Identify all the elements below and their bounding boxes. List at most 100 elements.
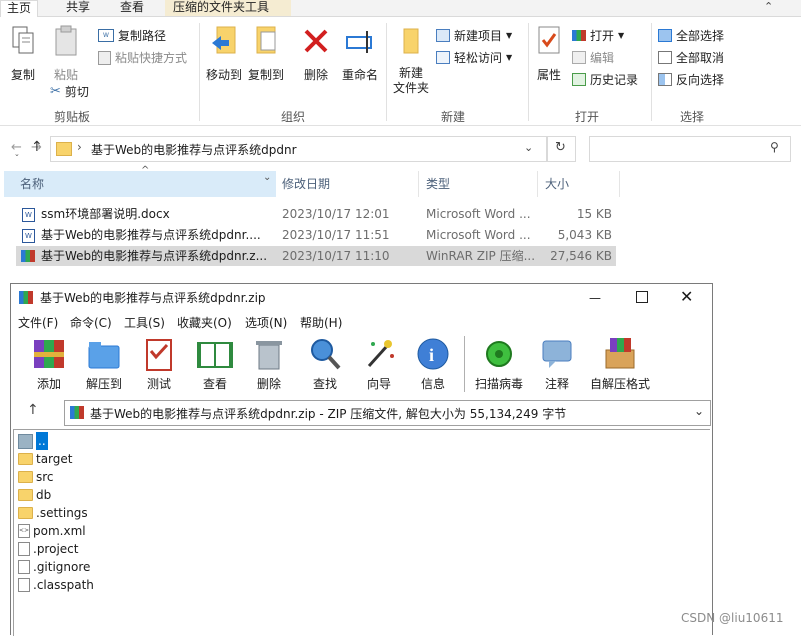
archive-path-bar[interactable]: 基于Web的电影推荐与点评系统dpdnr.zip - ZIP 压缩文件, 解包大… xyxy=(64,400,711,426)
delete-button[interactable]: 删除 xyxy=(300,25,332,83)
tab-share[interactable]: 共享 xyxy=(58,0,98,16)
address-dropdown-icon[interactable]: ⌄ xyxy=(524,141,533,154)
find-button[interactable]: 查找 xyxy=(305,336,345,392)
list-item-folder[interactable]: target xyxy=(18,450,73,468)
path-dropdown-icon[interactable]: ⌄ xyxy=(694,404,704,418)
virus-scan-icon xyxy=(486,341,512,367)
winrar-archive-icon xyxy=(21,250,35,262)
delete-archive-button[interactable]: 删除 xyxy=(249,336,289,392)
info-button[interactable]: i 信息 xyxy=(413,336,453,392)
menu-options[interactable]: 选项(N) xyxy=(245,314,287,332)
rename-button[interactable]: 重命名 xyxy=(340,25,380,83)
archive-path-text: 基于Web的电影推荐与点评系统dpdnr.zip - ZIP 压缩文件, 解包大… xyxy=(90,407,567,421)
column-header-type[interactable]: 类型 xyxy=(426,171,450,197)
paste-button[interactable]: 粘贴 xyxy=(48,25,84,83)
scan-virus-button[interactable]: 扫描病毒 xyxy=(471,336,527,392)
list-item-file[interactable]: .project xyxy=(18,540,78,558)
edit-button[interactable]: 编辑 xyxy=(572,49,614,66)
list-item-folder[interactable]: .settings xyxy=(18,504,88,522)
paste-shortcut-button[interactable]: 粘贴快捷方式 xyxy=(98,49,187,66)
folder-icon xyxy=(18,471,33,483)
copy-button[interactable]: 复制 xyxy=(6,25,40,83)
select-none-button[interactable]: 全部取消 xyxy=(658,49,724,66)
watermark: CSDN @liu10611 xyxy=(681,611,784,625)
rename-icon xyxy=(346,31,372,53)
extract-to-button[interactable]: 解压到 xyxy=(83,336,125,392)
refresh-button[interactable]: ↻ xyxy=(547,136,576,162)
menu-tools[interactable]: 工具(S) xyxy=(124,314,165,332)
properties-button[interactable]: 属性 xyxy=(533,25,565,83)
ribbon-divider xyxy=(528,23,529,121)
new-folder-button[interactable]: 新建 文件夹 xyxy=(390,25,432,96)
sfx-box-icon xyxy=(605,338,635,369)
group-label-select: 选择 xyxy=(680,110,705,124)
comment-button[interactable]: 注释 xyxy=(537,336,577,392)
address-bar[interactable]: › 基于Web的电影推荐与点评系统dpdnr ⌄ xyxy=(50,136,547,162)
list-item-parent[interactable]: .. xyxy=(18,432,48,450)
file-row[interactable]: W ssm环境部署说明.docx 2023/10/17 12:01 Micros… xyxy=(16,204,616,224)
menu-commands[interactable]: 命令(C) xyxy=(70,314,112,332)
xml-file-icon: <> xyxy=(18,524,30,538)
tab-compressed-folder-tools[interactable]: 压缩的文件夹工具 xyxy=(165,0,291,16)
file-icon xyxy=(18,560,30,574)
winrar-window: 基于Web的电影推荐与点评系统dpdnr.zip — ✕ 文件(F) 命令(C)… xyxy=(10,283,713,636)
comment-icon xyxy=(542,340,572,368)
clipboard-icon xyxy=(55,25,77,56)
menu-favorites[interactable]: 收藏夹(O) xyxy=(177,314,232,332)
column-header-modified[interactable]: 修改日期 xyxy=(282,171,330,197)
list-item-file[interactable]: .gitignore xyxy=(18,558,90,576)
recent-locations-icon[interactable]: ⌄ xyxy=(14,150,20,158)
column-header-name[interactable]: 名称 ^ ⌄ xyxy=(4,165,276,197)
winrar-title-bar: 基于Web的电影推荐与点评系统dpdnr.zip — ✕ xyxy=(11,284,712,312)
open-button[interactable]: 打开 ▼ xyxy=(572,27,624,44)
tab-view[interactable]: 查看 xyxy=(112,0,152,16)
zip-archive-icon xyxy=(70,406,84,419)
up-one-level-icon[interactable]: ↑ xyxy=(27,402,39,418)
ribbon-divider xyxy=(199,23,200,121)
search-input[interactable]: ⚲ xyxy=(589,136,791,162)
column-header-size[interactable]: 大小 xyxy=(545,171,569,197)
history-button[interactable]: 历史记录 xyxy=(572,71,638,88)
list-item-folder[interactable]: db xyxy=(18,486,51,504)
breadcrumb-path[interactable]: 基于Web的电影推荐与点评系统dpdnr xyxy=(91,141,297,158)
maximize-icon[interactable] xyxy=(636,291,648,303)
menu-help[interactable]: 帮助(H) xyxy=(300,314,342,332)
paste-shortcut-icon xyxy=(98,50,111,65)
ribbon-collapse-icon[interactable]: ⌃ xyxy=(764,0,773,13)
easy-access-button[interactable]: 轻松访问 ▼ xyxy=(436,49,512,66)
column-dropdown-icon[interactable]: ⌄ xyxy=(263,172,271,183)
sfx-button[interactable]: 自解压格式 xyxy=(587,336,653,392)
new-item-button[interactable]: 新建项目 ▼ xyxy=(436,27,512,44)
close-icon[interactable]: ✕ xyxy=(680,283,693,311)
wizard-button[interactable]: 向导 xyxy=(359,336,399,392)
new-item-icon xyxy=(436,29,450,42)
ribbon-tab-bar: 主页 共享 查看 压缩的文件夹工具 ⌃ xyxy=(0,0,801,17)
copy-path-button[interactable]: W 复制路径 xyxy=(98,27,166,44)
up-arrow-icon[interactable]: ↑ xyxy=(31,139,43,155)
copy-to-icon xyxy=(256,26,276,54)
ribbon-divider xyxy=(651,23,652,121)
tab-home[interactable]: 主页 xyxy=(0,0,38,17)
add-button[interactable]: 添加 xyxy=(29,336,69,392)
view-button[interactable]: 查看 xyxy=(193,336,237,392)
move-to-button[interactable]: 移动到 xyxy=(205,25,243,83)
add-archive-icon xyxy=(34,340,64,368)
list-item-folder[interactable]: src xyxy=(18,468,54,486)
select-all-button[interactable]: 全部选择 xyxy=(658,27,724,44)
file-row-selected[interactable]: 基于Web的电影推荐与点评系统dpdnr.z... 2023/10/17 11:… xyxy=(16,246,616,266)
cut-button[interactable]: ✂ 剪切 xyxy=(50,83,89,100)
copy-to-button[interactable]: 复制到 xyxy=(247,25,285,83)
group-label-clipboard: 剪贴板 xyxy=(54,110,91,124)
group-label-open: 打开 xyxy=(575,110,600,124)
file-row[interactable]: W 基于Web的电影推荐与点评系统dpdnr.... 2023/10/17 11… xyxy=(16,225,616,245)
svg-text:i: i xyxy=(429,345,434,365)
invert-selection-button[interactable]: 反向选择 xyxy=(658,71,724,88)
minimize-icon[interactable]: — xyxy=(589,284,601,312)
menu-file[interactable]: 文件(F) xyxy=(18,314,58,332)
word-doc-icon: W xyxy=(22,229,35,243)
trash-icon xyxy=(256,341,282,370)
list-item-file[interactable]: .classpath xyxy=(18,576,94,594)
dropdown-arrow-icon: ▼ xyxy=(506,31,513,40)
test-button[interactable]: 测试 xyxy=(139,336,179,392)
list-item-file[interactable]: <> pom.xml xyxy=(18,522,86,540)
